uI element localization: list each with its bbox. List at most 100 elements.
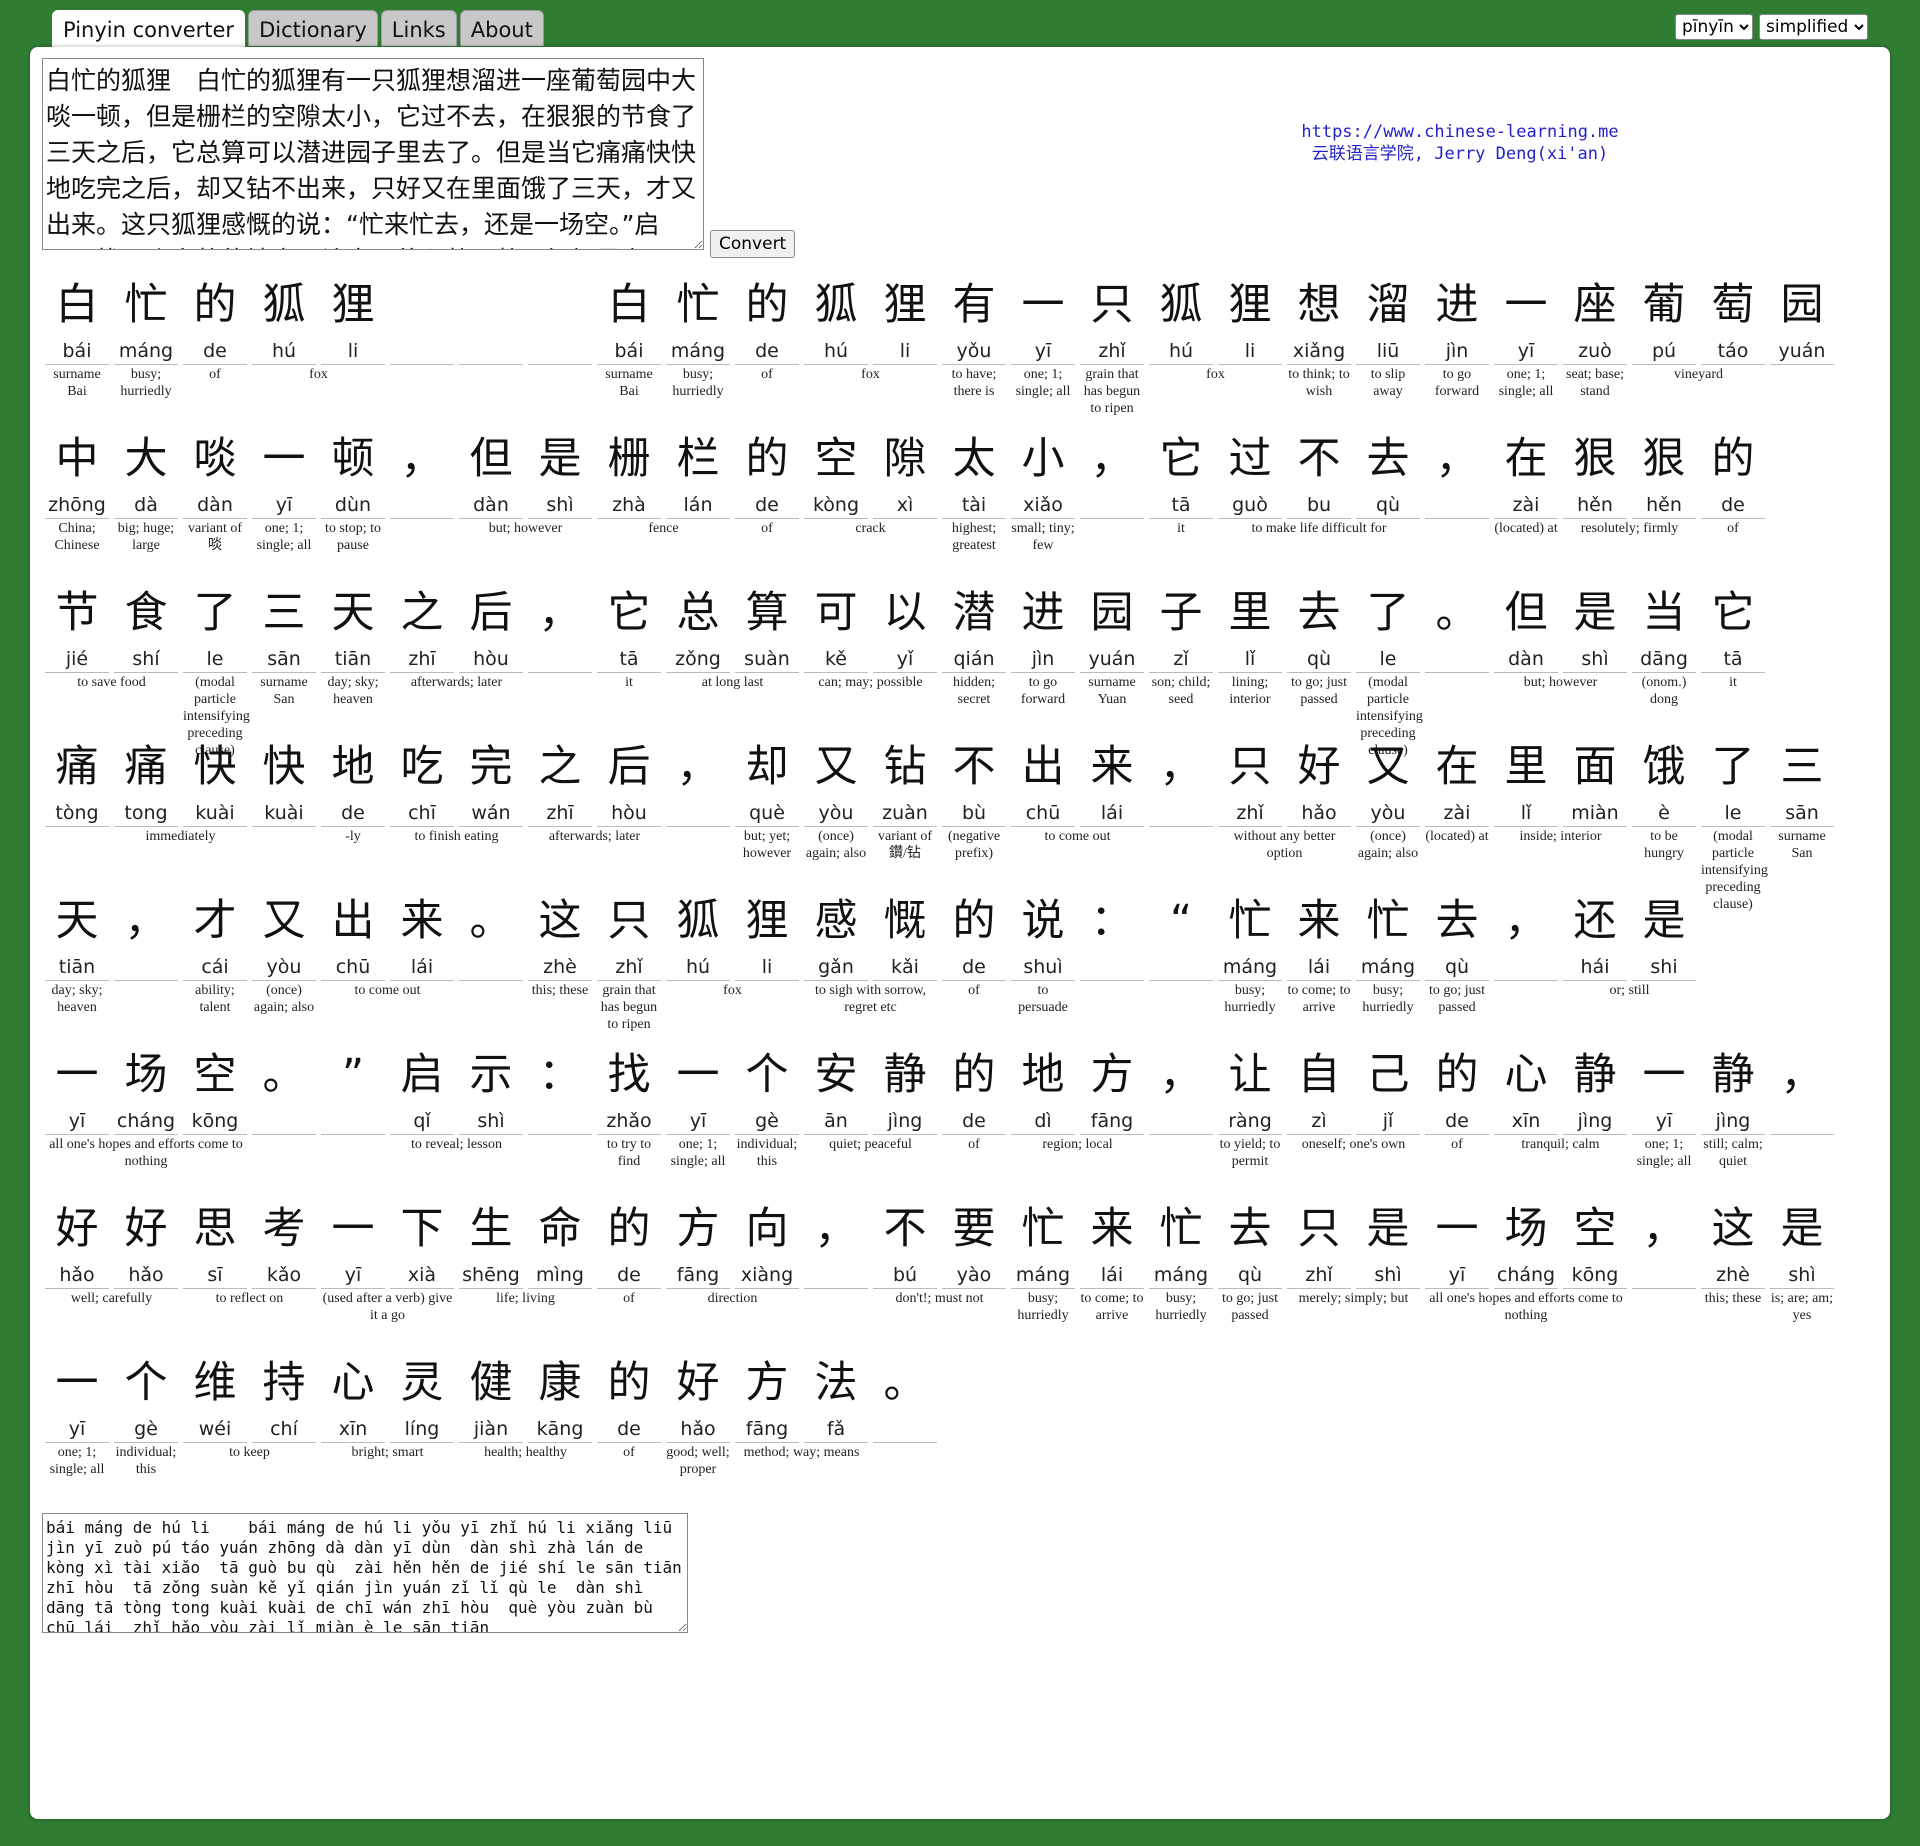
char-cell[interactable]: 大 dà xyxy=(114,424,178,519)
char-cell[interactable]: 在 zài xyxy=(1425,732,1489,827)
char-cell[interactable]: ： xyxy=(528,1040,592,1135)
char-cell[interactable]: 痛 tòng xyxy=(45,732,109,827)
site-url-link[interactable]: https://www.chinese-learning.me xyxy=(1301,122,1618,142)
char-cell[interactable]: 康 kāng xyxy=(528,1348,592,1443)
char-cell[interactable]: 当 dāng xyxy=(1632,578,1696,673)
char-cell[interactable]: 才 cái xyxy=(183,886,247,981)
char-cell[interactable]: 忙 máng xyxy=(1149,1194,1213,1289)
char-cell[interactable]: 来 lái xyxy=(1080,732,1144,827)
char-cell[interactable]: 一 yī xyxy=(321,1194,385,1289)
char-cell[interactable]: 出 chū xyxy=(321,886,385,981)
char-cell[interactable]: 一 yī xyxy=(666,1040,730,1135)
char-cell[interactable]: 。 xyxy=(459,886,523,981)
char-cell[interactable]: ， xyxy=(804,1194,868,1289)
char-cell[interactable]: ， xyxy=(1149,1040,1213,1135)
char-cell[interactable]: 太 tài xyxy=(942,424,1006,519)
char-cell[interactable] xyxy=(459,270,523,365)
char-cell[interactable]: 的 de xyxy=(597,1348,661,1443)
char-cell[interactable]: 的 de xyxy=(1425,1040,1489,1135)
char-cell[interactable]: 一 yī xyxy=(1425,1194,1489,1289)
char-cell[interactable]: 吃 chī xyxy=(390,732,454,827)
char-cell[interactable]: 狐 hú xyxy=(1149,270,1213,365)
char-cell[interactable]: 的 de xyxy=(597,1194,661,1289)
char-cell[interactable]: 总 zǒng xyxy=(666,578,730,673)
char-cell[interactable] xyxy=(528,270,592,365)
char-cell[interactable]: 是 shì xyxy=(528,424,592,519)
char-cell[interactable]: 进 jìn xyxy=(1425,270,1489,365)
char-cell[interactable]: 之 zhī xyxy=(528,732,592,827)
char-cell[interactable]: 。 xyxy=(1425,578,1489,673)
char-cell[interactable]: 它 tā xyxy=(1149,424,1213,519)
char-cell[interactable]: 要 yào xyxy=(942,1194,1006,1289)
char-cell[interactable]: 的 de xyxy=(183,270,247,365)
char-cell[interactable]: 潜 qián xyxy=(942,578,1006,673)
char-cell[interactable]: ， xyxy=(114,886,178,981)
char-cell[interactable]: 又 yòu xyxy=(252,886,316,981)
char-cell[interactable]: 顿 dùn xyxy=(321,424,385,519)
char-cell[interactable]: ， xyxy=(1425,424,1489,519)
char-cell[interactable]: 后 hòu xyxy=(459,578,523,673)
char-cell[interactable]: 一 yī xyxy=(252,424,316,519)
char-cell[interactable]: 来 lái xyxy=(1287,886,1351,981)
char-cell[interactable]: 健 jiàn xyxy=(459,1348,523,1443)
convert-button[interactable]: Convert xyxy=(710,230,796,258)
char-cell[interactable]: 安 ān xyxy=(804,1040,868,1135)
char-cell[interactable]: “ xyxy=(1149,886,1213,981)
char-cell[interactable]: 忙 máng xyxy=(1218,886,1282,981)
char-cell[interactable]: 完 wán xyxy=(459,732,523,827)
char-cell[interactable]: 钻 zuàn xyxy=(873,732,937,827)
char-cell[interactable]: 中 zhōng xyxy=(45,424,109,519)
char-cell[interactable]: 己 jǐ xyxy=(1356,1040,1420,1135)
char-cell[interactable]: 子 zǐ xyxy=(1149,578,1213,673)
char-cell[interactable]: 栅 zhà xyxy=(597,424,661,519)
char-cell[interactable]: 去 qù xyxy=(1356,424,1420,519)
char-cell[interactable]: 天 tiān xyxy=(321,578,385,673)
char-cell[interactable]: 自 zì xyxy=(1287,1040,1351,1135)
char-cell[interactable]: 面 miàn xyxy=(1563,732,1627,827)
char-cell[interactable]: 生 shēng xyxy=(459,1194,523,1289)
char-cell[interactable]: 不 bú xyxy=(873,1194,937,1289)
tab-about[interactable]: About xyxy=(459,10,544,46)
char-cell[interactable]: 方 fāng xyxy=(735,1348,799,1443)
char-cell[interactable]: 狸 li xyxy=(321,270,385,365)
char-cell[interactable]: 一 yī xyxy=(1011,270,1075,365)
char-cell[interactable]: 但 dàn xyxy=(459,424,523,519)
char-cell[interactable]: 个 gè xyxy=(735,1040,799,1135)
char-cell[interactable]: 地 dì xyxy=(1011,1040,1075,1135)
char-cell[interactable]: 只 zhǐ xyxy=(597,886,661,981)
char-cell[interactable]: 法 fǎ xyxy=(804,1348,868,1443)
char-cell[interactable]: 三 sān xyxy=(1770,732,1834,827)
char-cell[interactable]: 饿è xyxy=(1632,732,1696,827)
char-cell[interactable]: ” xyxy=(321,1040,385,1135)
char-cell[interactable]: 空 kòng xyxy=(804,424,868,519)
char-cell[interactable]: 座 zuò xyxy=(1563,270,1627,365)
char-cell[interactable]: 场 cháng xyxy=(114,1040,178,1135)
char-cell[interactable]: 空 kōng xyxy=(183,1040,247,1135)
chinese-text-input[interactable]: 白忙的狐狸 白忙的狐狸有一只狐狸想溜进一座葡萄园中大啖一顿，但是栅栏的空隙太小，… xyxy=(42,58,704,250)
char-cell[interactable]: 算 suàn xyxy=(735,578,799,673)
char-cell[interactable]: 快 kuài xyxy=(183,732,247,827)
char-cell[interactable]: 向 xiàng xyxy=(735,1194,799,1289)
char-cell[interactable]: ， xyxy=(528,578,592,673)
char-cell[interactable]: 示 shì xyxy=(459,1040,523,1135)
char-cell[interactable]: 狠 hěn xyxy=(1563,424,1627,519)
char-cell[interactable]: 不 bu xyxy=(1287,424,1351,519)
char-cell[interactable]: 持 chí xyxy=(252,1348,316,1443)
char-cell[interactable]: ， xyxy=(390,424,454,519)
char-cell[interactable]: 溜 liū xyxy=(1356,270,1420,365)
char-cell[interactable]: 快 kuài xyxy=(252,732,316,827)
char-cell[interactable]: 忙 máng xyxy=(1356,886,1420,981)
char-cell[interactable]: 好 hǎo xyxy=(114,1194,178,1289)
char-cell[interactable]: 天 tiān xyxy=(45,886,109,981)
char-cell[interactable]: 这 zhè xyxy=(528,886,592,981)
char-cell[interactable]: 心 xīn xyxy=(1494,1040,1558,1135)
char-cell[interactable]: 去 qù xyxy=(1218,1194,1282,1289)
char-cell[interactable]: 一 yī xyxy=(45,1348,109,1443)
char-cell[interactable]: 啖 dàn xyxy=(183,424,247,519)
char-cell[interactable]: ， xyxy=(666,732,730,827)
char-cell[interactable]: ： xyxy=(1080,886,1144,981)
char-cell[interactable]: 狐 hú xyxy=(804,270,868,365)
char-cell[interactable]: 隙 xì xyxy=(873,424,937,519)
char-cell[interactable]: 好 hǎo xyxy=(45,1194,109,1289)
char-cell[interactable]: 一 yī xyxy=(1632,1040,1696,1135)
